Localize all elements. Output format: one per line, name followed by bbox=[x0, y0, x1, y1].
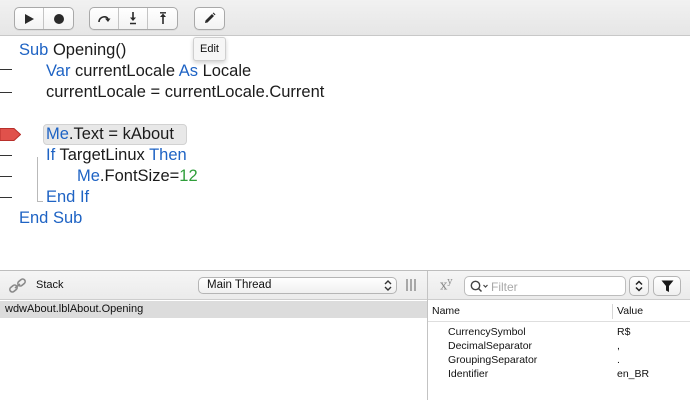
column-header-name[interactable]: Name bbox=[432, 301, 460, 322]
search-icon bbox=[470, 280, 488, 293]
step-over-button[interactable] bbox=[90, 8, 119, 29]
variable-name: DecimalSeparator bbox=[448, 340, 533, 352]
gutter-line-marker bbox=[0, 197, 12, 198]
variable-name: CurrencySymbol bbox=[448, 326, 526, 338]
step-out-button[interactable] bbox=[148, 8, 177, 29]
step-in-icon bbox=[130, 12, 136, 25]
scope-stepper[interactable] bbox=[629, 276, 649, 296]
code-line-2: Var currentLocale As Locale bbox=[46, 61, 251, 82]
variable-row[interactable]: DecimalSeparator , bbox=[428, 339, 690, 353]
stop-button[interactable] bbox=[44, 8, 73, 29]
code-line-9: End Sub bbox=[19, 209, 83, 227]
variable-row[interactable]: GroupingSeparator . bbox=[428, 353, 690, 367]
play-icon bbox=[25, 13, 34, 24]
fontsize-assignment: .FontSize= bbox=[99, 167, 180, 185]
step-out-icon bbox=[159, 12, 166, 24]
resume-button[interactable] bbox=[15, 8, 44, 29]
edit-tooltip: Edit bbox=[193, 37, 226, 61]
keyword-me: Me bbox=[77, 167, 100, 185]
gutter-line-marker bbox=[0, 92, 12, 93]
funnel-icon bbox=[661, 280, 674, 292]
filter-input[interactable] bbox=[491, 279, 621, 294]
column-header-value[interactable]: Value bbox=[617, 301, 643, 322]
step-control-group bbox=[89, 7, 178, 30]
keyword-var: Var bbox=[46, 62, 71, 80]
variable-name: currentLocale bbox=[75, 62, 176, 80]
stack-label: Stack bbox=[36, 279, 64, 291]
variables-table-header: Name Value bbox=[428, 301, 690, 322]
method-signature: Opening() bbox=[52, 41, 127, 59]
stop-icon bbox=[53, 13, 64, 24]
edit-button[interactable] bbox=[195, 8, 224, 29]
if-block-fold-guide bbox=[37, 157, 43, 202]
step-in-button[interactable] bbox=[119, 8, 148, 29]
chevron-updown-icon bbox=[635, 280, 643, 292]
type-name: Locale bbox=[202, 62, 252, 80]
keyword-sub: Sub bbox=[19, 41, 49, 59]
code-line-5: Me.Text = kAbout bbox=[46, 124, 174, 145]
breakpoint-marker-icon[interactable] bbox=[0, 128, 21, 141]
gutter-line-marker bbox=[0, 176, 12, 177]
variable-row[interactable]: Identifier en_BR bbox=[428, 367, 690, 381]
variable-value: , bbox=[617, 340, 620, 352]
variables-pane-header: xy bbox=[428, 271, 690, 300]
if-condition: TargetLinux bbox=[59, 146, 145, 164]
variable-name: GroupingSeparator bbox=[448, 354, 538, 366]
code-editor[interactable]: Sub Opening() Var currentLocale As Local… bbox=[0, 37, 690, 270]
assignment-statement: currentLocale = currentLocale.Current bbox=[46, 83, 325, 101]
thread-select[interactable]: Main Thread bbox=[198, 277, 397, 294]
step-over-icon bbox=[98, 15, 111, 22]
code-line-3: currentLocale = currentLocale.Current bbox=[46, 82, 324, 103]
code-line-6: If TargetLinux Then bbox=[46, 145, 187, 166]
stack-link-icon bbox=[9, 278, 26, 293]
text-assignment: .Text = kAbout bbox=[68, 125, 174, 143]
gutter-line-marker bbox=[0, 69, 12, 70]
column-separator[interactable] bbox=[612, 304, 613, 319]
stack-frame-row[interactable]: wdwAbout.lblAbout.Opening bbox=[0, 301, 427, 318]
code-line-7: Me.FontSize=12 bbox=[77, 166, 198, 187]
code-line-1: Sub Opening() bbox=[19, 40, 126, 61]
gutter-line-marker bbox=[0, 155, 12, 156]
variable-value: R$ bbox=[617, 326, 631, 338]
chevron-updown-icon bbox=[384, 280, 392, 291]
filter-field[interactable] bbox=[464, 276, 626, 296]
variable-name: Identifier bbox=[448, 368, 489, 380]
keyword-me: Me bbox=[46, 125, 69, 143]
variables-xy-icon: xy bbox=[440, 277, 453, 294]
variable-row[interactable]: CurrencySymbol R$ bbox=[428, 325, 690, 339]
filter-options-button[interactable] bbox=[653, 276, 681, 296]
keyword-as: As bbox=[178, 62, 198, 80]
variable-value: en_BR bbox=[617, 368, 650, 380]
debugger-toolbar bbox=[0, 0, 690, 36]
run-control-group bbox=[14, 7, 74, 30]
code-line-8: End If bbox=[46, 188, 90, 206]
stack-pane-header: Stack Main Thread bbox=[0, 271, 427, 300]
keyword-if: If bbox=[46, 146, 56, 164]
edit-control-group bbox=[194, 7, 225, 30]
pencil-icon bbox=[205, 12, 216, 23]
keyword-then: Then bbox=[149, 146, 187, 164]
columns-icon[interactable] bbox=[406, 279, 416, 291]
numeric-literal: 12 bbox=[179, 167, 198, 185]
variable-value: . bbox=[617, 354, 620, 366]
thread-select-value: Main Thread bbox=[207, 279, 272, 291]
stack-frame-list: wdwAbout.lblAbout.Opening bbox=[0, 301, 427, 400]
variables-table: Name Value CurrencySymbol R$ DecimalSepa… bbox=[428, 301, 690, 400]
